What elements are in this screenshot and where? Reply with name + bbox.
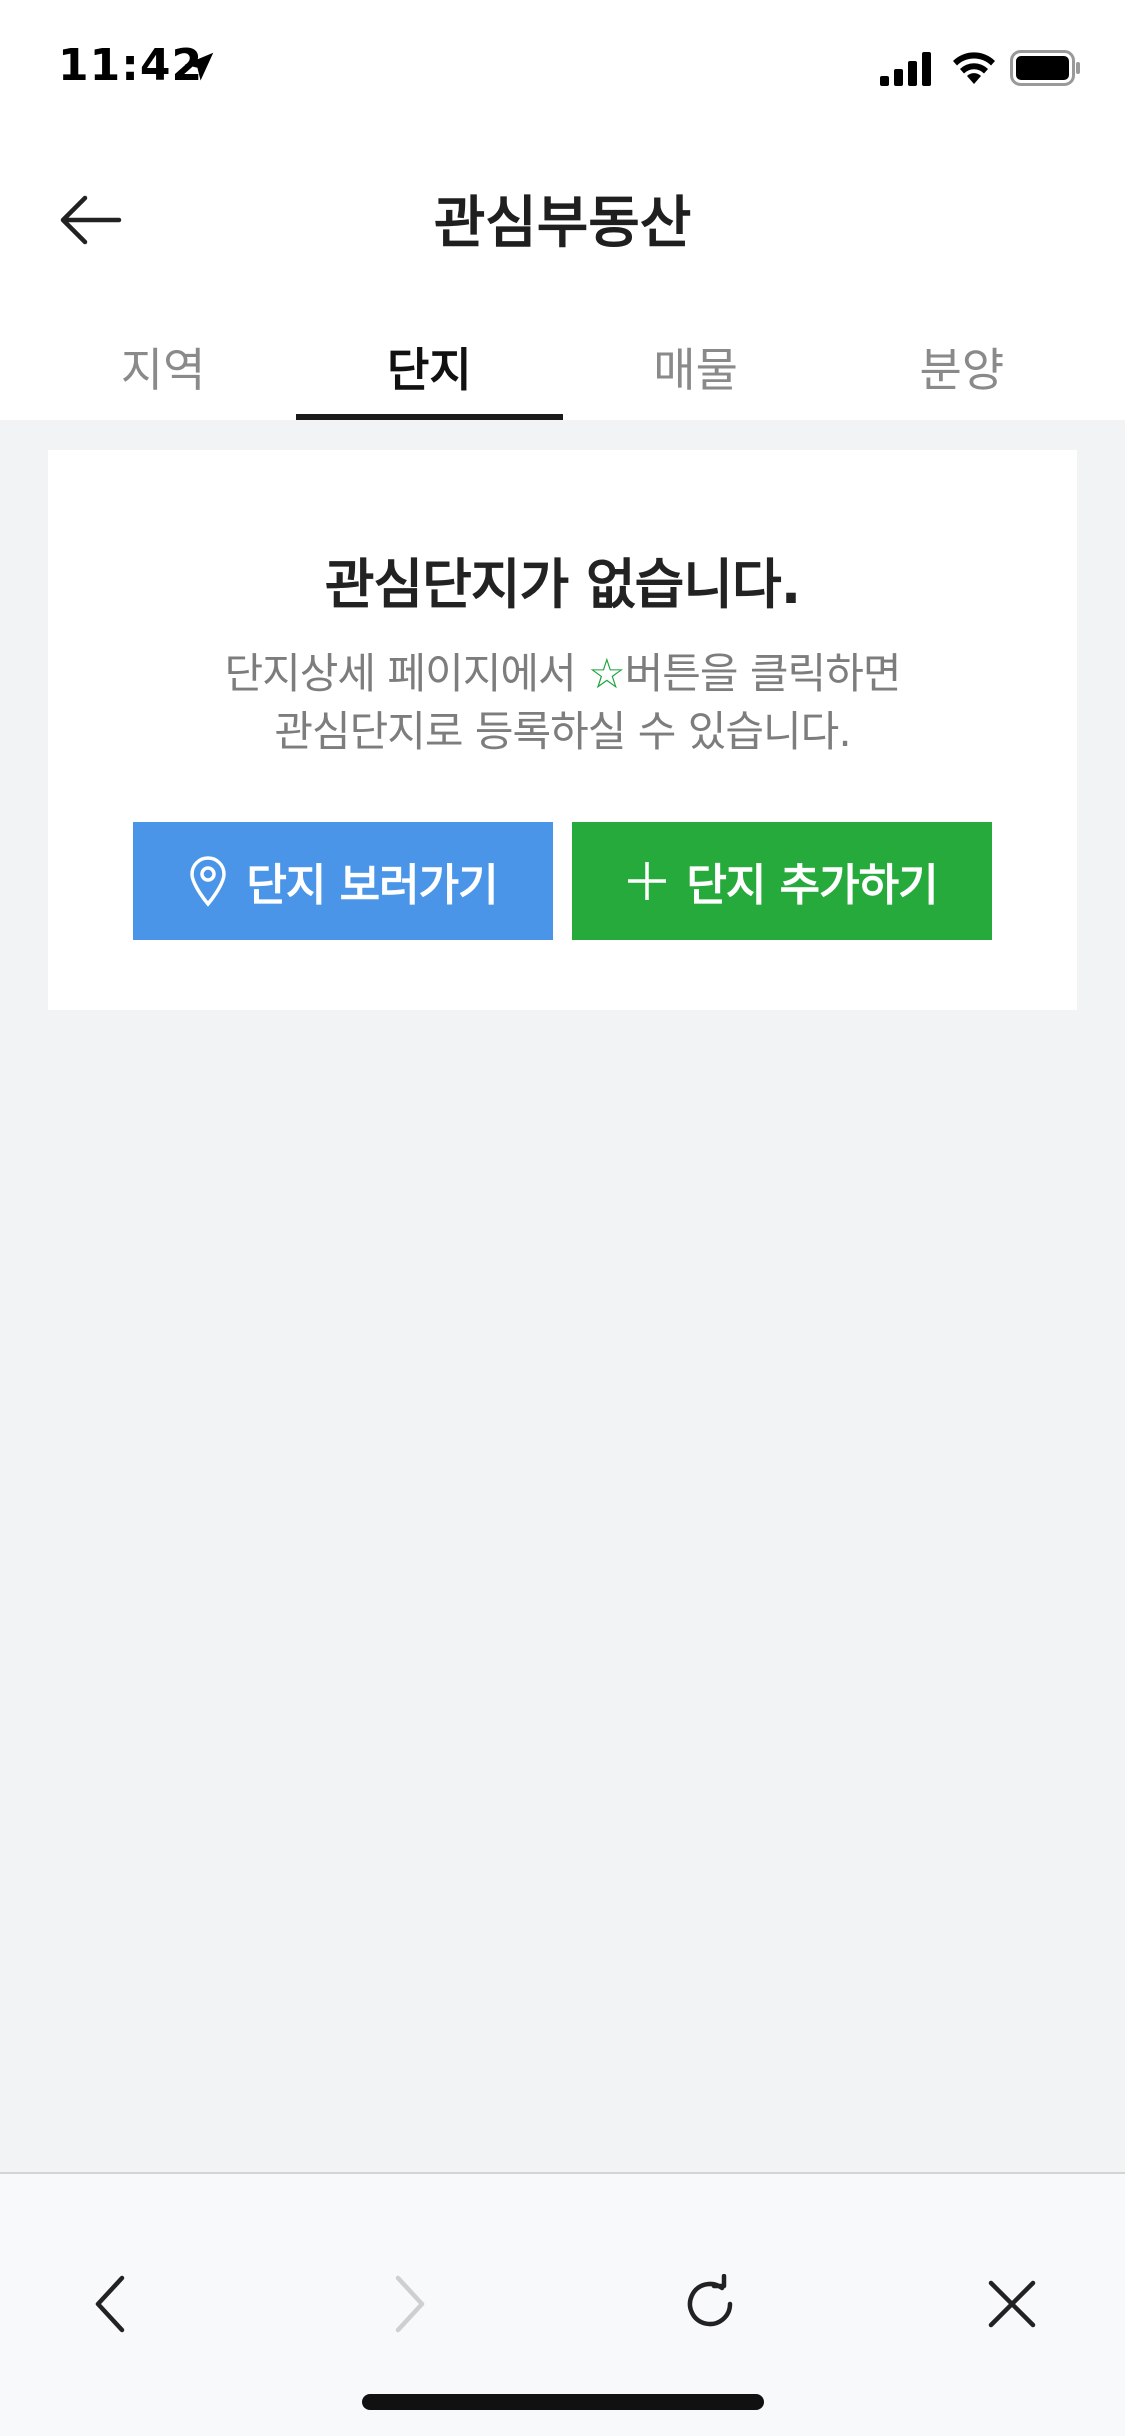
wifi-icon [953, 52, 995, 84]
empty-state-title: 관심단지가 없습니다. [324, 553, 801, 616]
close-icon [988, 2280, 1036, 2328]
home-indicator [362, 2394, 764, 2410]
desc-text-before: 단지상세 페이지에서 [224, 649, 588, 698]
add-complex-button[interactable]: 단지 추가하기 [572, 822, 992, 940]
cellular-signal-icon [880, 52, 931, 86]
screen: 11:42 관심부동산 지역 단지 매물 분양 관심단지가 없습니다. 단지상세… [0, 0, 1125, 2436]
tab-complex[interactable]: 단지 [296, 290, 563, 420]
add-complex-button-label: 단지 추가하기 [686, 860, 938, 911]
tab-listing[interactable]: 매물 [563, 290, 829, 420]
tab-bar: 지역 단지 매물 분양 [30, 290, 1095, 420]
header: 관심부동산 [0, 140, 1125, 290]
page-title: 관심부동산 [433, 191, 692, 256]
tab-region[interactable]: 지역 [30, 290, 296, 420]
location-pin-icon [188, 855, 228, 907]
plus-icon [626, 860, 668, 902]
empty-state-description-line1: 단지상세 페이지에서 ☆버튼을 클릭하면 [48, 645, 1077, 703]
browser-forward-button[interactable] [360, 2254, 460, 2354]
empty-state-description: 단지상세 페이지에서 ☆버튼을 클릭하면 관심단지로 등록하실 수 있습니다. [48, 645, 1077, 761]
view-complex-button-label: 단지 보러가기 [246, 860, 498, 911]
tab-presale[interactable]: 분양 [829, 290, 1095, 420]
chevron-right-icon [395, 2275, 425, 2333]
view-complex-button[interactable]: 단지 보러가기 [133, 822, 553, 940]
chevron-left-icon [95, 2275, 125, 2333]
star-icon: ☆ [587, 649, 626, 698]
location-arrow-icon [184, 52, 214, 81]
empty-state-card: 관심단지가 없습니다. 단지상세 페이지에서 ☆버튼을 클릭하면 관심단지로 등… [48, 450, 1077, 1010]
browser-close-button[interactable] [962, 2254, 1062, 2354]
battery-icon [1010, 50, 1080, 86]
browser-reload-button[interactable] [660, 2254, 760, 2354]
reload-icon [687, 2274, 733, 2327]
desc-text-after: 버튼을 클릭하면 [624, 649, 902, 698]
browser-back-button[interactable] [60, 2254, 160, 2354]
empty-state-description-line2: 관심단지로 등록하실 수 있습니다. [274, 707, 851, 756]
status-bar: 11:42 [0, 0, 1125, 140]
